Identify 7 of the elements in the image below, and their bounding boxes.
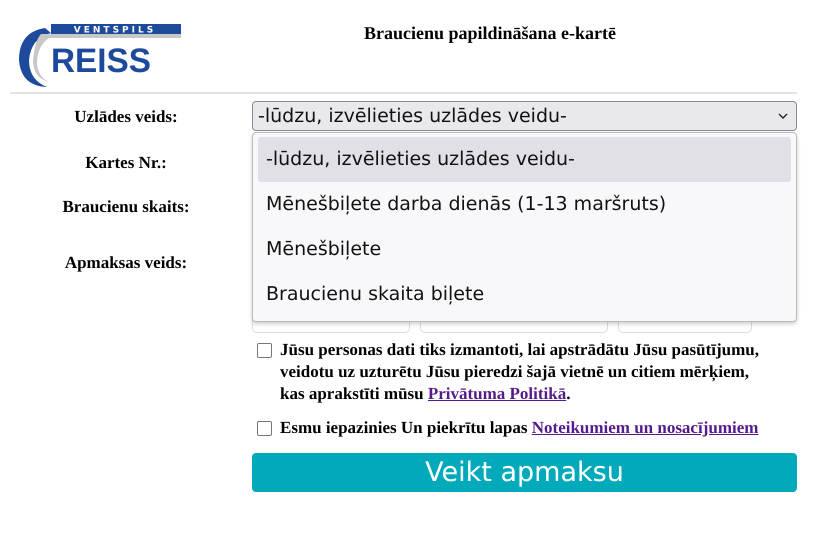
consent-text: Esmu iepazinies Un piekrītu lapas Noteikumiem un nosacījumiem: [280, 417, 760, 439]
page-title: Braucienu papildināšana e-kartē: [362, 23, 618, 44]
field-label: Braucienu skaits:: [62, 197, 190, 216]
consent-text: Jūsu personas dati tiks izmantoti, lai apstrādātu Jūsu pasūtījumu, veidotu uz uzturētu Jūsu pieredzi šajā vietnē un citiem mērķiem, kas aprakstīti mūsu Privātuma Politikā.: [280, 339, 760, 405]
field-label: Uzlādes veids:: [74, 107, 178, 126]
field-label: Kartes Nr.:: [85, 153, 167, 172]
field-label: Apmaksas veids:: [64, 253, 188, 272]
